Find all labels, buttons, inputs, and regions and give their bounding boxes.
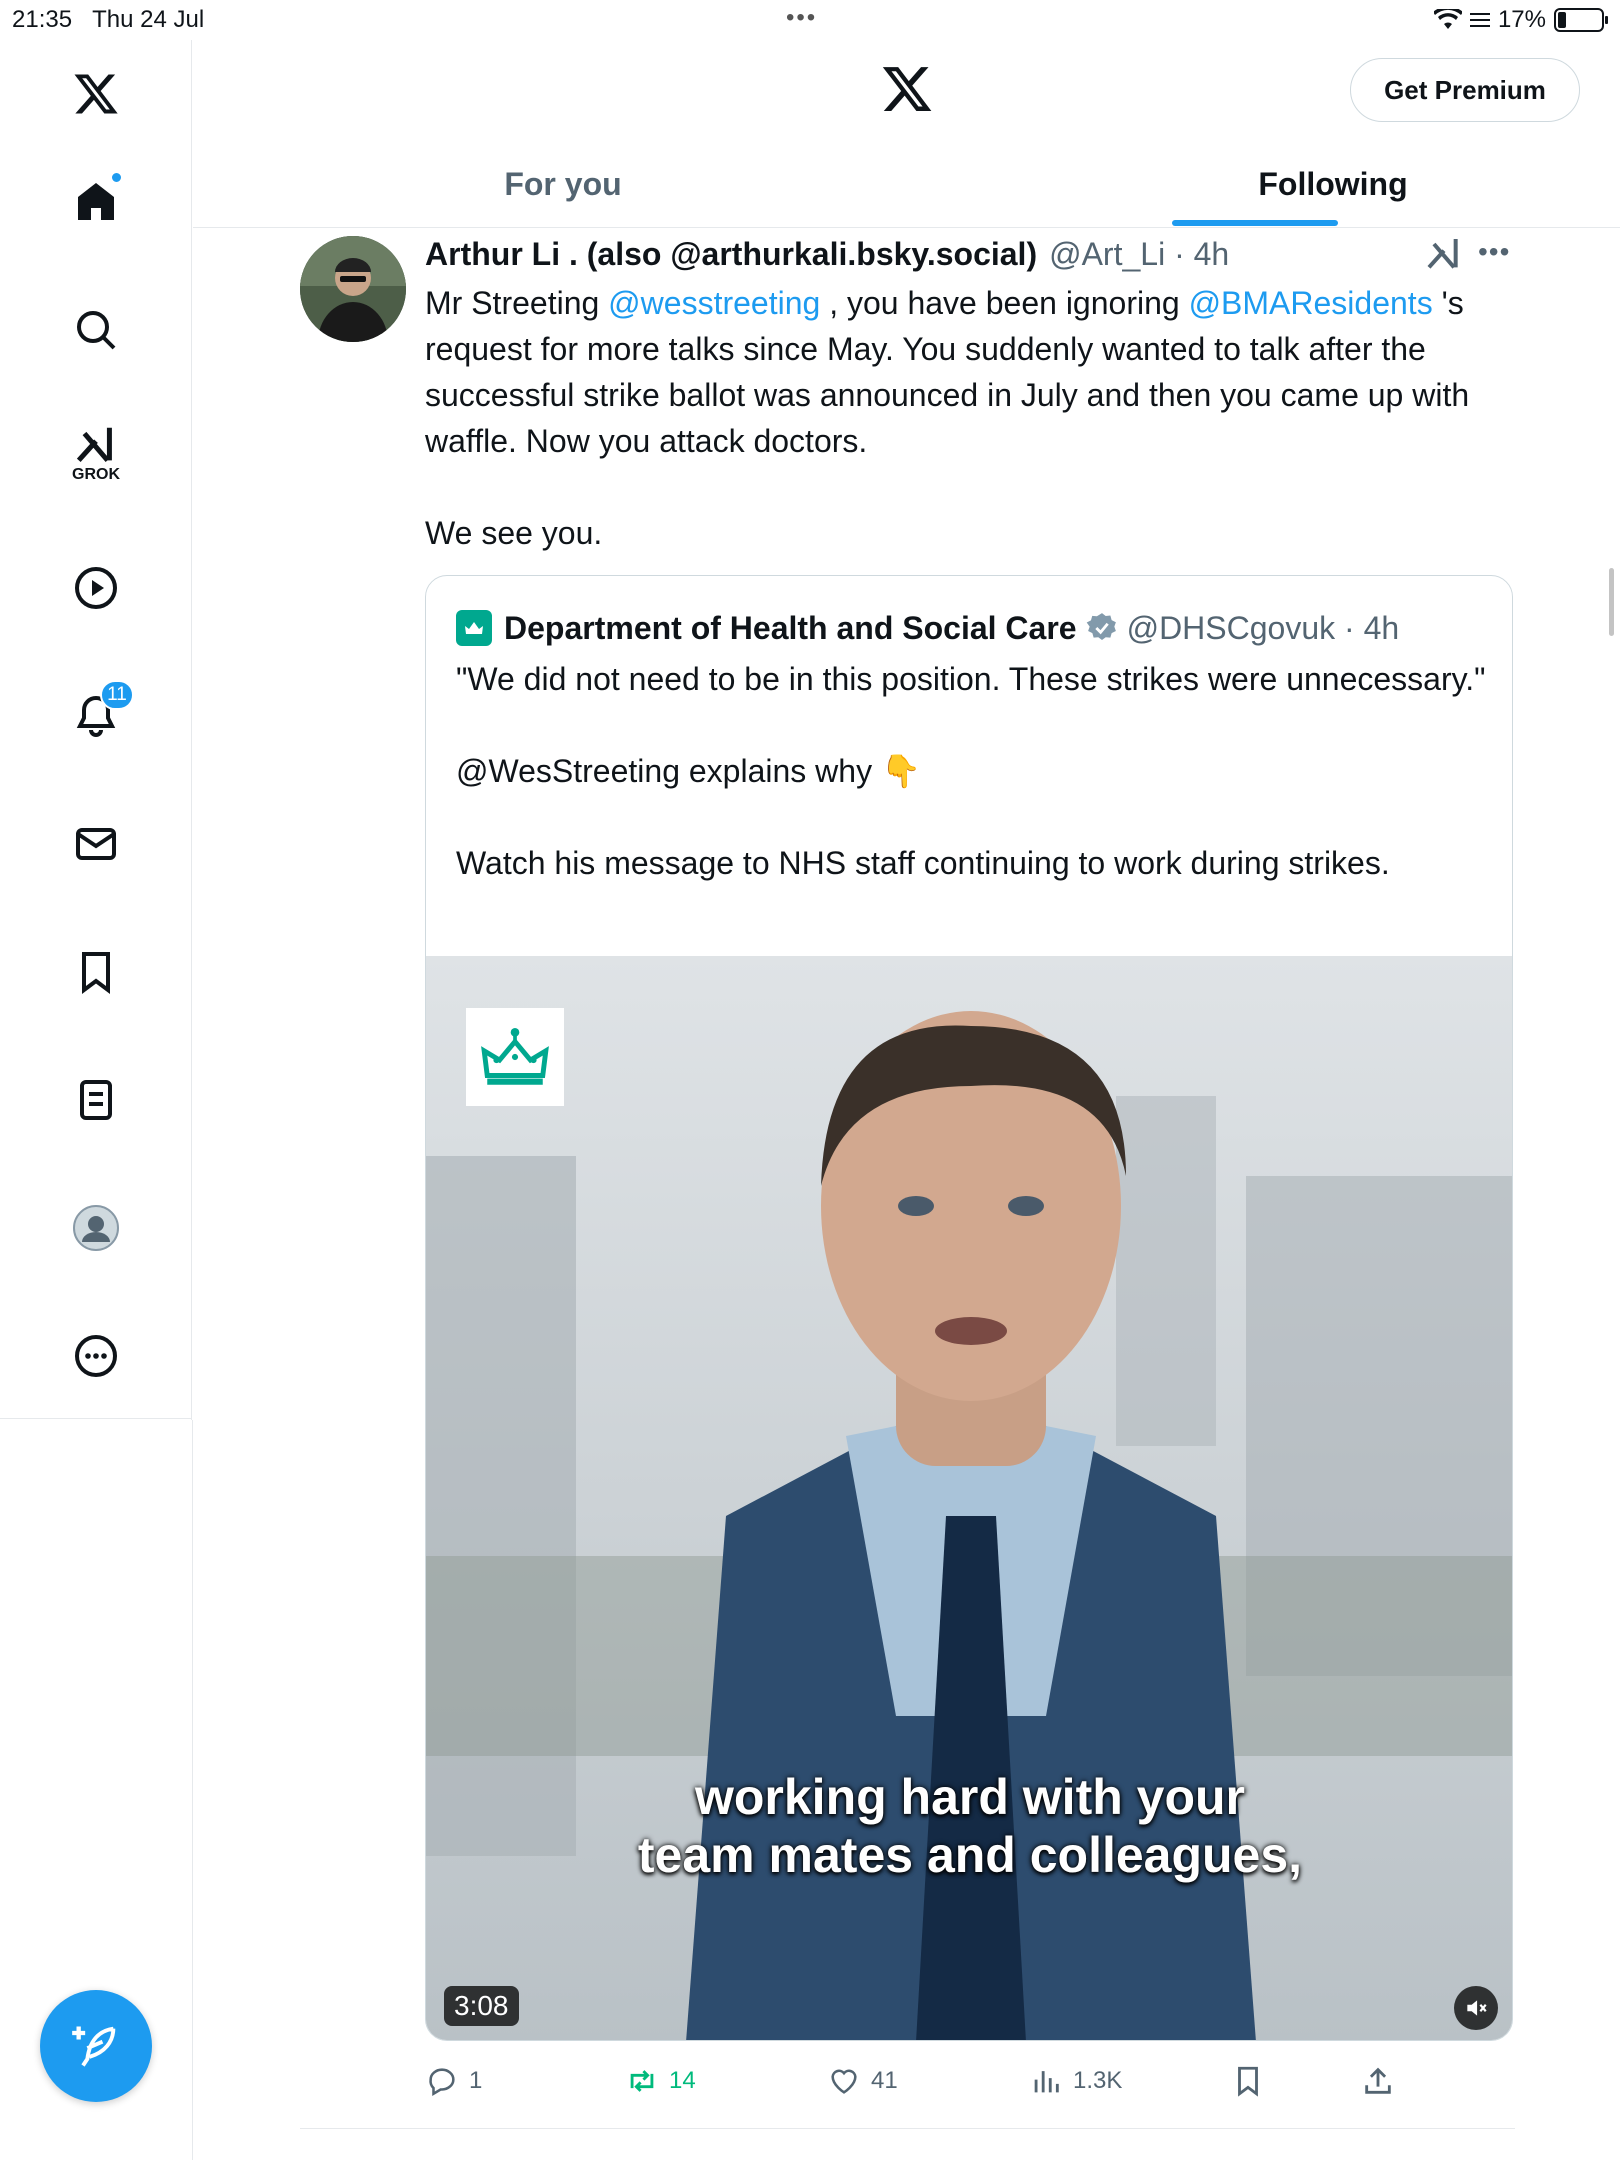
status-time: 21:35 Thu 24 Jul [12, 6, 205, 33]
views-bar-icon [1034, 2071, 1059, 2093]
x-header-logo-icon[interactable] [880, 62, 934, 116]
quoted-handle-time: @DHSCgovuk · 4h [1126, 609, 1400, 646]
scrollbar-thumb[interactable] [1609, 568, 1614, 636]
reply-icon [429, 2068, 455, 2097]
repost-button[interactable]: 14 [625, 2056, 696, 2106]
sidebar-nav: GROK 11 [0, 40, 192, 1420]
notifications-badge: 11 [100, 680, 134, 710]
muted-speaker-icon [1467, 2000, 1487, 2016]
sidebar-item-x-logo[interactable] [62, 60, 130, 128]
grok-icon [76, 427, 112, 463]
status-bar: 21:35 Thu 24 Jul ••• 17% [0, 0, 1620, 40]
tweet-header: Arthur Li . (also @arthurkali.bsky.socia… [425, 232, 1229, 276]
bookmark-icon [1238, 2066, 1258, 2097]
share-icon [1365, 2067, 1391, 2094]
author-avatar[interactable] [300, 236, 406, 342]
sidebar-item-home[interactable] [62, 168, 130, 236]
sidebar-item-lists[interactable] [62, 1066, 130, 1134]
timeline-tabs: For you Following [193, 140, 1620, 228]
sidebar-item-more[interactable] [62, 1322, 130, 1390]
quoted-tweet-text: "We did not need to be in this position.… [456, 661, 1486, 881]
like-count: 41 [871, 2067, 898, 2094]
repost-icon [630, 2070, 654, 2092]
sidebar-item-profile[interactable] [62, 1194, 130, 1262]
compose-post-button[interactable] [40, 1990, 152, 2102]
wifi-icon [1433, 9, 1462, 29]
heart-icon [831, 2069, 857, 2094]
quoted-author-name: Department of Health and Social Care [504, 609, 1077, 646]
share-button[interactable] [1361, 2056, 1395, 2106]
battery-percent: 17% [1497, 6, 1546, 33]
list-icon [1469, 13, 1490, 27]
tweet-more-icon[interactable]: ••• [1478, 236, 1510, 268]
bookmark-button[interactable] [1231, 2056, 1265, 2106]
x-logo-icon [74, 74, 118, 114]
video-player[interactable]: working hard with your team mates and co… [426, 956, 1512, 2040]
play-icon [75, 567, 117, 609]
more-circle-icon [75, 1335, 117, 1377]
video-caption: working hard with your team mates and co… [637, 1769, 1303, 1883]
author-avatar-image [300, 236, 406, 342]
tweet-text: Mr Streeting @wesstreeting , you have be… [425, 285, 1470, 551]
views-button[interactable]: 1.3K [1029, 2056, 1122, 2106]
sidebar-item-notifications[interactable]: 11 [62, 680, 134, 750]
sidebar-item-video[interactable] [62, 554, 130, 622]
mute-button[interactable] [1454, 1986, 1498, 2030]
mention-link[interactable]: @wesstreeting [608, 285, 820, 321]
feather-plus-icon [72, 2026, 116, 2067]
sidebar-item-bookmarks[interactable] [62, 938, 130, 1006]
verified-badge-icon [1086, 613, 1116, 641]
views-count: 1.3K [1073, 2067, 1123, 2094]
tab-following[interactable]: Following [1213, 140, 1453, 228]
bookmark-icon [82, 952, 110, 994]
dhsc-crown-logo-icon [466, 1008, 564, 1106]
video-duration: 3:08 [444, 1986, 519, 2026]
get-premium-button[interactable]: Get Premium [1350, 58, 1580, 122]
grok-explain-icon[interactable] [1424, 234, 1464, 274]
sidebar-item-grok[interactable]: GROK [62, 418, 130, 486]
profile-avatar-icon [73, 1205, 119, 1251]
author-handle-time[interactable]: @Art_Li · 4h [1049, 236, 1229, 273]
like-button[interactable]: 41 [827, 2056, 898, 2106]
reply-count: 1 [469, 2067, 483, 2094]
list-document-icon [80, 1080, 112, 1120]
search-icon [77, 311, 116, 350]
author-name[interactable]: Arthur Li . (also @arthurkali.bsky.socia… [425, 236, 1037, 273]
mention-link[interactable]: @BMAResidents [1189, 285, 1433, 321]
envelope-icon [76, 828, 116, 860]
repost-count: 14 [669, 2067, 696, 2094]
sidebar-item-messages[interactable] [62, 810, 130, 878]
grok-label: GROK [72, 466, 120, 483]
quoted-tweet-header: Department of Health and Social Care @DH… [456, 606, 1399, 650]
tweet-actions: 1 14 41 1.3K [425, 2056, 1515, 2106]
dhsc-avatar-icon [456, 610, 492, 646]
active-tab-indicator [1172, 220, 1338, 226]
reply-button[interactable]: 1 [425, 2056, 482, 2106]
battery-icon [1554, 8, 1608, 32]
tweet-divider [300, 2128, 1515, 2129]
sidebar-item-explore[interactable] [62, 296, 130, 364]
status-indicators: 17% [1433, 6, 1608, 34]
home-icon [78, 183, 114, 220]
sidebar-divider [192, 1420, 193, 2160]
tab-for-you[interactable]: For you [453, 140, 673, 228]
home-notification-dot [111, 172, 122, 183]
quoted-tweet[interactable]: Department of Health and Social Care @DH… [425, 575, 1513, 2041]
multitasking-dots-icon[interactable]: ••• [786, 4, 817, 32]
